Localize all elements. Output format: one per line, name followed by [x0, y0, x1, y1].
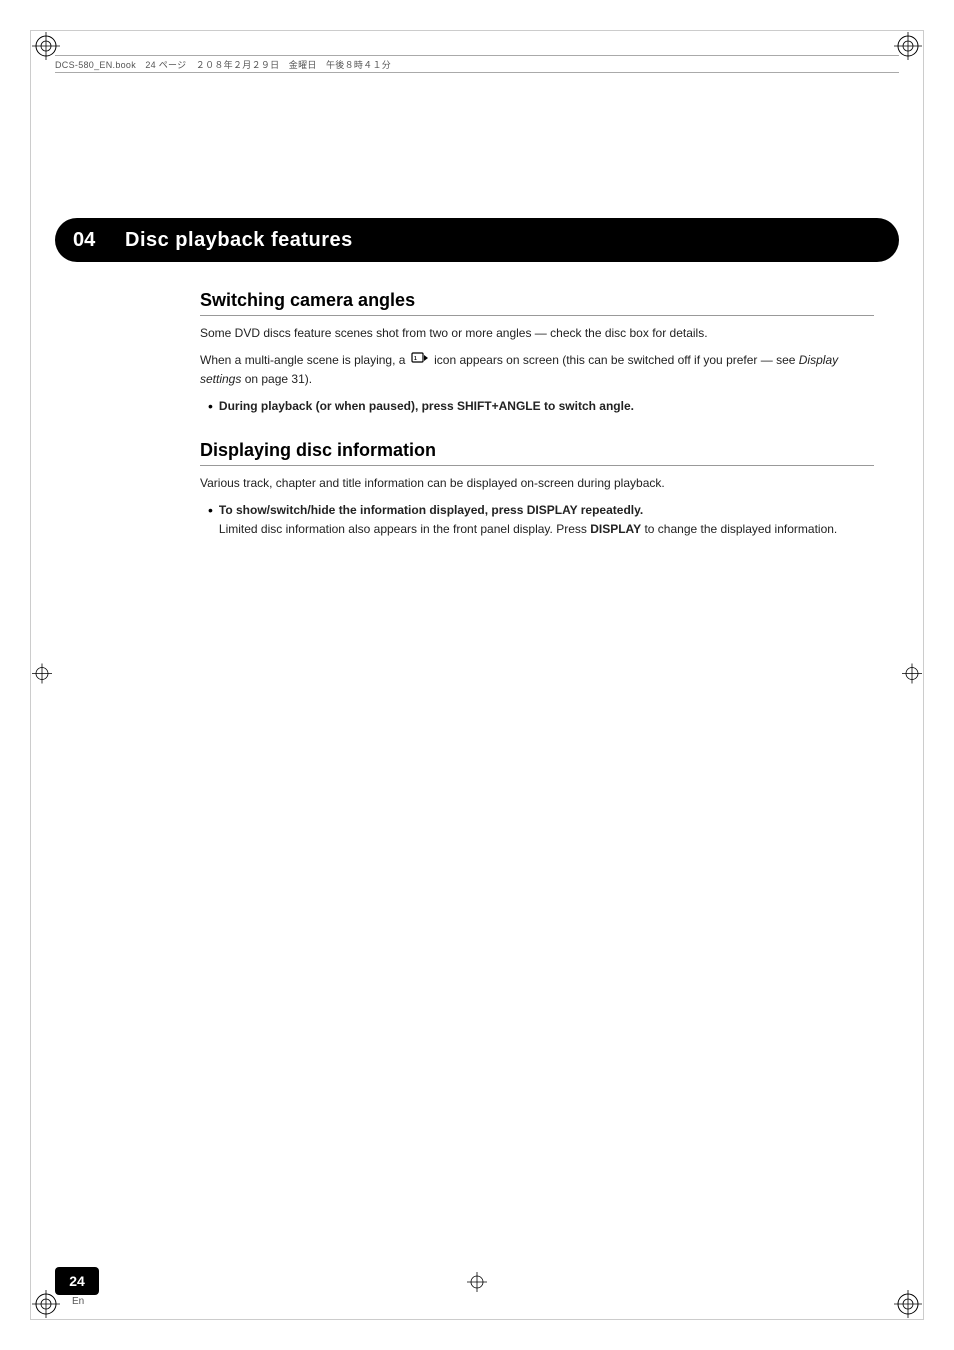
page-number-badge: 24 [55, 1267, 99, 1295]
section1-para2: When a multi-angle scene is playing, a 1… [200, 351, 874, 389]
section1-bullet1-text: During playback (or when paused), press … [219, 397, 634, 416]
section2-bullet1-bold: To show/switch/hide the information disp… [219, 503, 643, 517]
section2-bullet1-text: To show/switch/hide the information disp… [219, 501, 837, 538]
side-mark-left [32, 664, 52, 687]
section2-bullet1-body: Limited disc information also appears in… [219, 522, 590, 536]
section2-body: Various track, chapter and title informa… [200, 474, 874, 538]
chapter-number: 04 [73, 229, 105, 252]
section2-bullet1: • To show/switch/hide the information di… [208, 501, 874, 538]
header-strip-text: DCS-580_EN.book 24 ページ ２０８年２月２９日 金曜日 午後８… [55, 58, 391, 71]
chapter-title: Disc playback features [125, 229, 353, 252]
header-strip: DCS-580_EN.book 24 ページ ２０８年２月２９日 金曜日 午後８… [55, 55, 899, 73]
section2-para1: Various track, chapter and title informa… [200, 474, 874, 493]
bullet-dot-2: • [208, 501, 213, 521]
content-area: Switching camera angles Some DVD discs f… [200, 290, 874, 544]
page-lang-label: En [72, 1296, 84, 1307]
section-switching-camera-angles: Switching camera angles Some DVD discs f… [200, 290, 874, 416]
multi-angle-icon: 1 [411, 351, 429, 371]
chapter-header: 04 Disc playback features [55, 218, 899, 262]
corner-mark-br [894, 1290, 922, 1318]
section1-para2-prefix: When a multi-angle scene is playing, a [200, 353, 409, 367]
section1-body: Some DVD discs feature scenes shot from … [200, 324, 874, 416]
section1-para1: Some DVD discs feature scenes shot from … [200, 324, 874, 343]
section1-title: Switching camera angles [200, 290, 874, 316]
section2-display-bold: DISPLAY [590, 522, 641, 536]
page-number: 24 [69, 1273, 85, 1289]
svg-text:1: 1 [414, 356, 417, 362]
section2-title: Displaying disc information [200, 440, 874, 466]
section-displaying-disc-info: Displaying disc information Various trac… [200, 440, 874, 538]
bottom-center-mark [467, 1272, 487, 1295]
section2-bullet1-end: to change the displayed information. [641, 522, 837, 536]
section1-para2-suffix: icon appears on screen (this can be swit… [434, 353, 799, 367]
section1-para2-end: on page 31). [241, 372, 312, 386]
section1-bullet1: • During playback (or when paused), pres… [208, 397, 874, 417]
bullet-dot-1: • [208, 397, 213, 417]
side-mark-right [902, 664, 922, 687]
